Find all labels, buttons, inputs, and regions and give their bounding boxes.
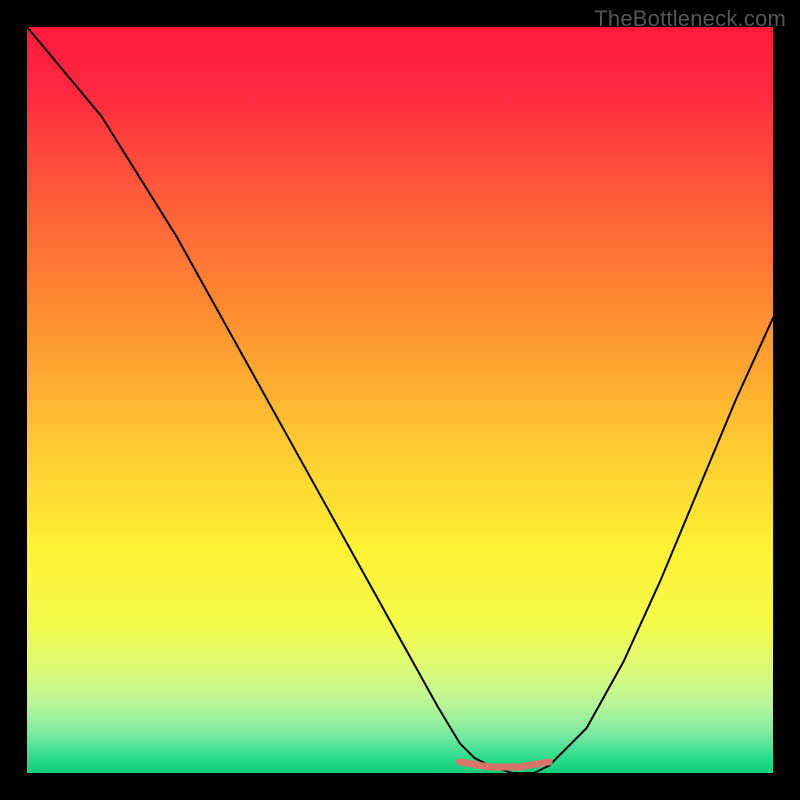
chart-background-gradient	[27, 27, 773, 773]
watermark-text: TheBottleneck.com	[594, 6, 786, 32]
chart-canvas	[0, 0, 800, 800]
bottleneck-chart: TheBottleneck.com	[0, 0, 800, 800]
